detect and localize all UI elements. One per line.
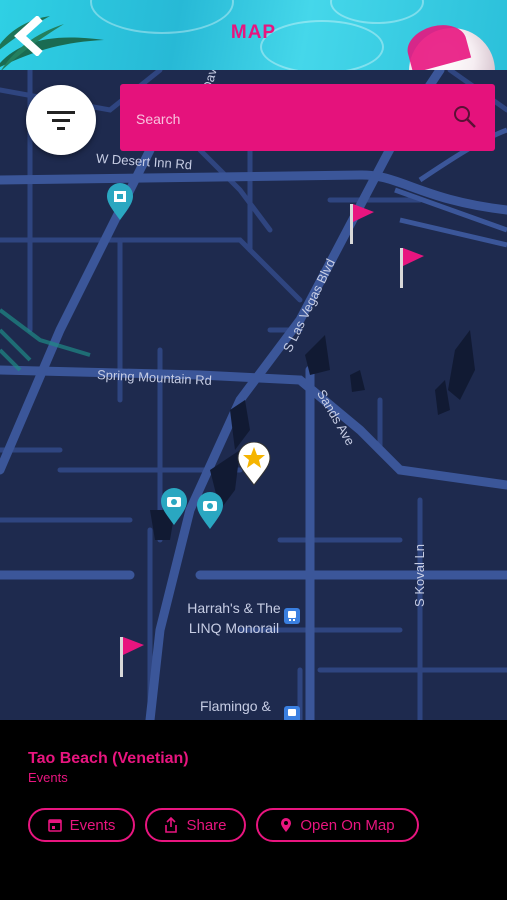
camera-pin-icon[interactable] bbox=[160, 488, 188, 526]
events-button-label: Events bbox=[69, 816, 116, 834]
poi-label-harrahs: Harrah's & The LINQ Monorail bbox=[187, 600, 281, 636]
header-bar: MAP bbox=[0, 0, 507, 70]
flag-marker-icon[interactable] bbox=[398, 246, 426, 290]
water-ripple bbox=[330, 0, 424, 24]
page-title: MAP bbox=[230, 22, 277, 43]
open-on-map-button-label: Open On Map bbox=[300, 816, 395, 834]
camera-pin-icon[interactable] bbox=[196, 492, 224, 530]
open-on-map-button[interactable]: Open On Map bbox=[256, 808, 419, 842]
filter-button[interactable] bbox=[26, 85, 96, 155]
share-button[interactable]: Share bbox=[145, 808, 246, 842]
share-button-label: Share bbox=[186, 816, 227, 834]
location-pin-icon bbox=[281, 818, 292, 832]
flag-marker-icon[interactable] bbox=[348, 202, 376, 246]
place-name: Tao Beach (Venetian) bbox=[28, 750, 189, 767]
search-bar bbox=[120, 84, 495, 153]
events-button[interactable]: Events bbox=[28, 808, 135, 842]
street-label: S Koval Ln bbox=[411, 544, 427, 607]
hotel-pin-icon[interactable] bbox=[106, 183, 134, 221]
flag-marker-icon[interactable] bbox=[118, 635, 146, 679]
selected-star-pin-icon[interactable] bbox=[236, 442, 272, 486]
monorail-icon[interactable] bbox=[284, 608, 300, 624]
place-category: Events bbox=[28, 770, 68, 785]
map-view[interactable]: W Desert Inn Rd Spring Mountain Rd S Las… bbox=[0, 70, 507, 720]
place-details-panel: Tao Beach (Venetian) Events Events Share… bbox=[0, 720, 507, 900]
share-icon bbox=[165, 817, 178, 833]
filter-icon bbox=[47, 111, 75, 130]
calendar-icon bbox=[47, 819, 62, 832]
poi-label-flamingo: Flamingo & bbox=[200, 698, 271, 714]
search-input[interactable] bbox=[134, 84, 438, 153]
search-icon[interactable] bbox=[453, 105, 477, 129]
monorail-icon[interactable] bbox=[284, 706, 300, 720]
